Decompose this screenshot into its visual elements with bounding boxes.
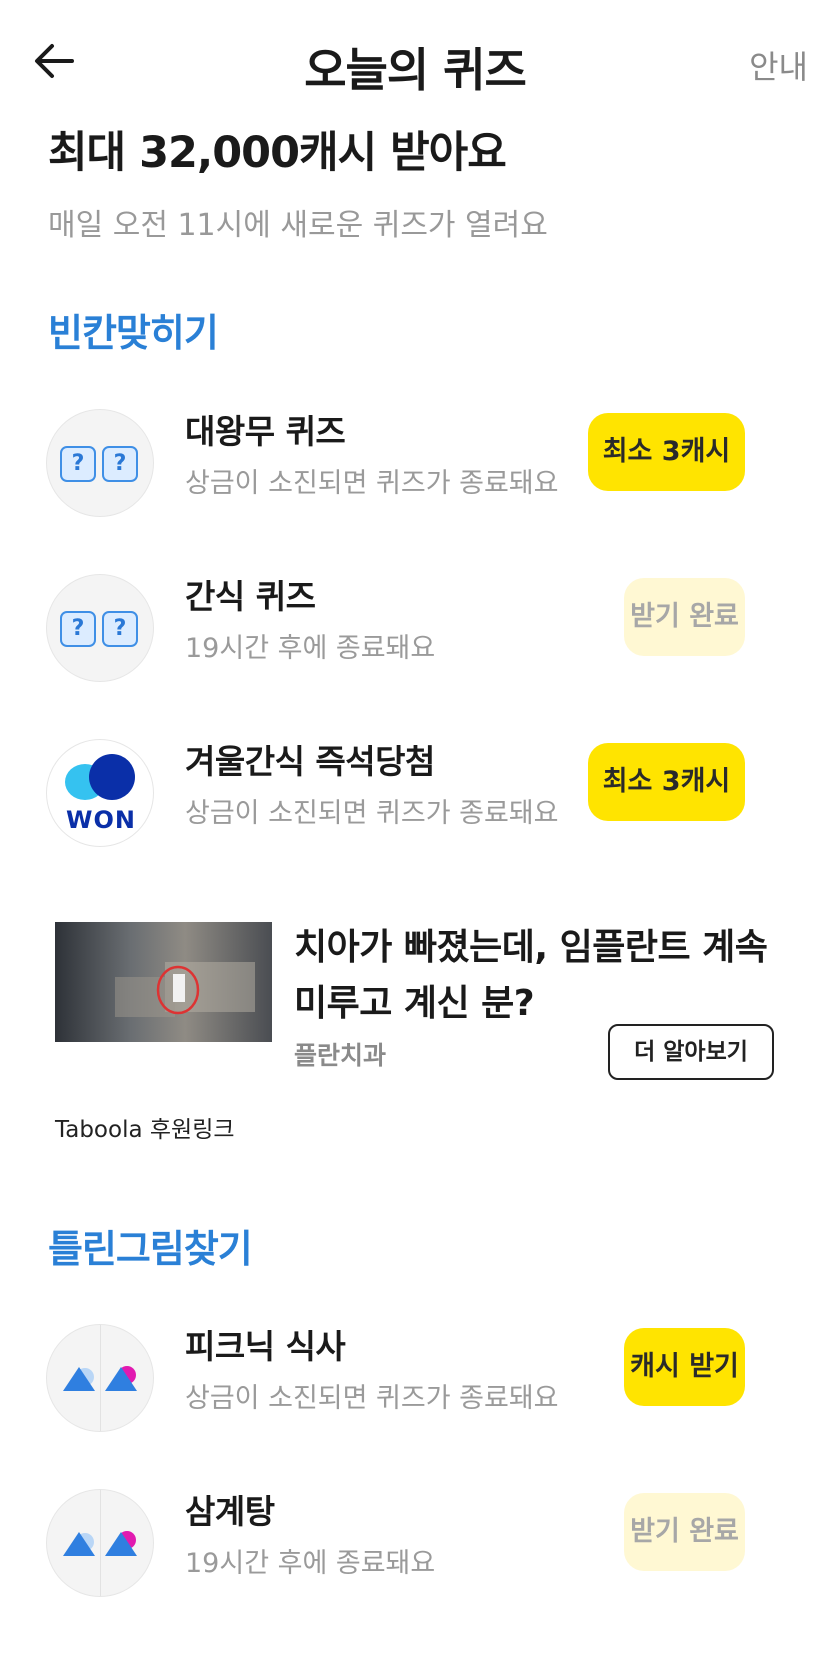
question-box: ? [102, 446, 138, 482]
quiz-item[interactable]: 피크닉 식사 상금이 소진되면 퀴즈가 종료돼요 캐시 받기 [0, 1310, 830, 1450]
guide-button[interactable]: 안내 [749, 42, 808, 88]
quiz-item[interactable]: ? ? 대왕무 퀴즈 상금이 소진되면 퀴즈가 종료돼요 최소 3캐시 [0, 395, 830, 535]
question-marks-icon: ? ? [46, 574, 154, 682]
spot-difference-icon [46, 1489, 154, 1597]
quiz-subtitle: 상금이 소진되면 퀴즈가 종료돼요 [185, 468, 559, 499]
question-marks-icon: ? ? [46, 409, 154, 517]
ad-source: 플란치과 [294, 1041, 387, 1070]
quiz-item[interactable]: WON 겨울간식 즉석당첨 상금이 소진되면 퀴즈가 종료돼요 최소 3캐시 [0, 725, 830, 865]
section-title-fill-blank: 빈칸맞히기 [48, 311, 219, 355]
quiz-title: 간식 퀴즈 [185, 577, 316, 616]
question-box: ? [102, 611, 138, 647]
sponsor-label[interactable]: Taboola 후원링크 [55, 1110, 235, 1144]
triangles-icon [63, 1531, 137, 1556]
question-box: ? [60, 446, 96, 482]
top-bar: 오늘의 퀴즈 안내 [0, 0, 830, 125]
dental-xray-image [115, 962, 255, 1017]
ad-title[interactable]: 치아가 빠졌는데, 임플란트 계속 미루고 계신 분? [294, 920, 794, 1032]
ad-image[interactable] [55, 922, 272, 1042]
quiz-item[interactable]: 삼계탕 19시간 후에 종료돼요 받기 완료 [0, 1475, 830, 1615]
quiz-subtitle: 상금이 소진되면 퀴즈가 종료돼요 [185, 1383, 559, 1414]
quiz-subtitle: 19시간 후에 종료돼요 [185, 633, 436, 664]
quiz-item[interactable]: ? ? 간식 퀴즈 19시간 후에 종료돼요 받기 완료 [0, 560, 830, 700]
hero-subtitle: 매일 오전 11시에 새로운 퀴즈가 열려요 [48, 208, 548, 243]
hero-title: 최대 32,000캐시 받아요 [48, 128, 507, 178]
won-logo-text: WON [66, 806, 136, 834]
triangles-icon [63, 1366, 137, 1391]
claim-cash-button[interactable]: 캐시 받기 [624, 1328, 745, 1406]
page-title: 오늘의 퀴즈 [304, 43, 527, 97]
reward-button[interactable]: 최소 3캐시 [588, 743, 745, 821]
won-logo-dot [89, 754, 135, 800]
quiz-subtitle: 상금이 소진되면 퀴즈가 종료돼요 [185, 798, 559, 829]
section-title-spot-difference: 틀린그림찾기 [48, 1227, 253, 1271]
received-button[interactable]: 받기 완료 [624, 578, 745, 656]
question-box: ? [60, 611, 96, 647]
quiz-subtitle: 19시간 후에 종료돼요 [185, 1548, 436, 1579]
reward-button[interactable]: 최소 3캐시 [588, 413, 745, 491]
quiz-title: 피크닉 식사 [185, 1327, 346, 1366]
learn-more-button[interactable]: 더 알아보기 [608, 1024, 774, 1080]
spot-difference-icon [46, 1324, 154, 1432]
received-button[interactable]: 받기 완료 [624, 1493, 745, 1571]
quiz-title: 겨울간식 즉석당첨 [185, 742, 435, 781]
won-logo: WON [46, 739, 154, 847]
quiz-title: 대왕무 퀴즈 [185, 412, 346, 451]
quiz-title: 삼계탕 [185, 1492, 275, 1531]
